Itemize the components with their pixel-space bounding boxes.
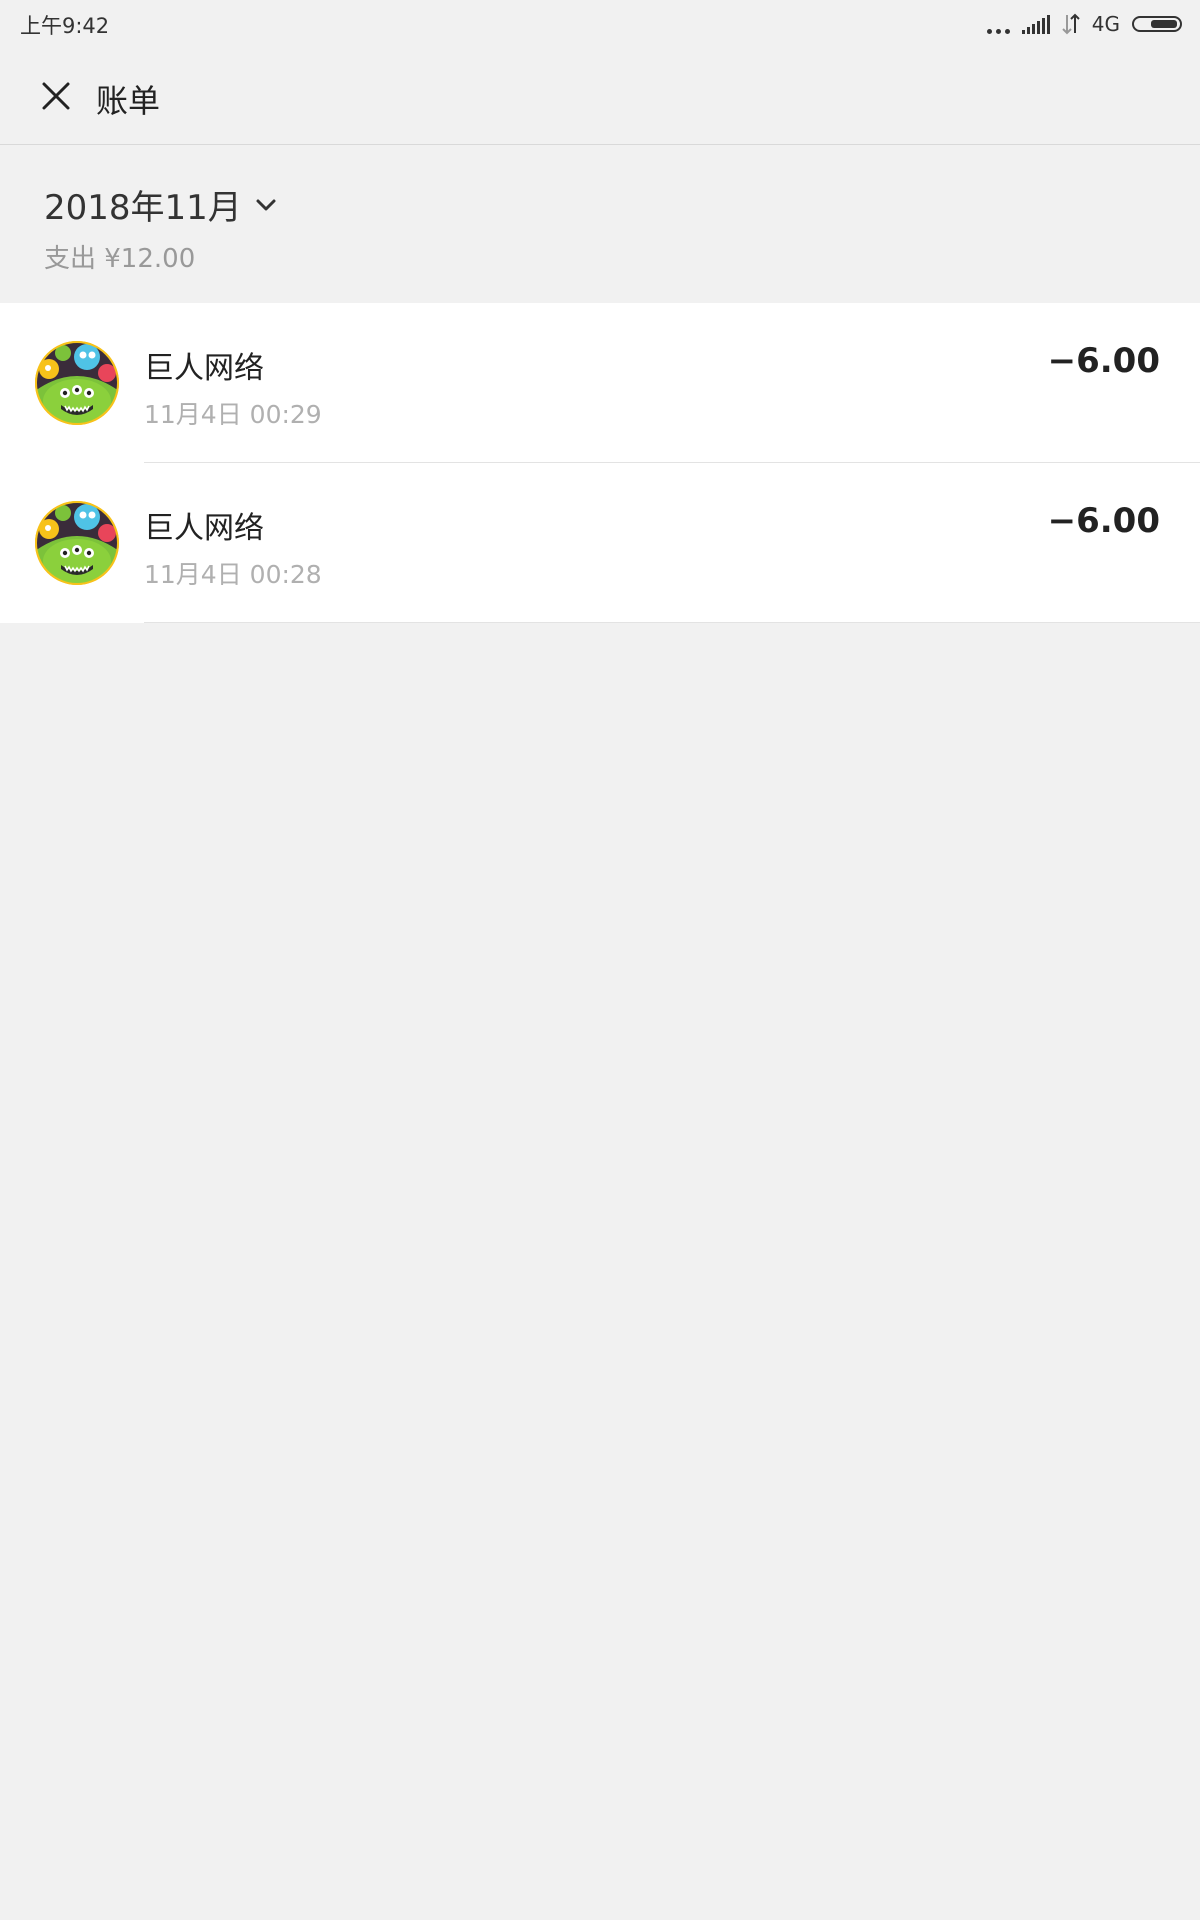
transaction-list: 巨人网络 11月4日 00:29 −6.00 巨人网络 11月4日 00:28 …: [0, 303, 1200, 623]
close-icon[interactable]: [38, 78, 74, 114]
status-bar: 上午9:42 4G: [0, 0, 1200, 50]
transaction-row[interactable]: 巨人网络 11月4日 00:28 −6.00: [0, 463, 1200, 623]
monster-game-avatar-icon: [35, 501, 119, 585]
transaction-amount: −6.00: [1047, 341, 1160, 381]
month-label: 2018年11月: [44, 188, 242, 228]
monster-game-avatar-icon: [35, 341, 119, 425]
transaction-datetime: 11月4日 00:29: [144, 400, 322, 429]
month-selector[interactable]: 2018年11月: [44, 180, 278, 229]
transaction-amount: −6.00: [1047, 501, 1160, 541]
network-type: 4G: [1091, 12, 1120, 36]
status-time: 上午9:42: [20, 14, 110, 38]
transaction-datetime: 11月4日 00:28: [144, 560, 322, 589]
expense-total: 支出 ¥12.00: [44, 244, 196, 274]
page-title: 账单: [96, 82, 161, 120]
battery-icon: [1132, 16, 1182, 32]
header-bar: 账单: [0, 50, 1200, 145]
month-summary: 2018年11月 支出 ¥12.00: [0, 145, 1200, 303]
row-divider: [144, 622, 1200, 623]
merchant-name: 巨人网络: [144, 511, 264, 546]
more-dots-icon: [986, 14, 1010, 34]
data-arrows-icon: [1062, 13, 1080, 35]
signal-icon: [1021, 14, 1050, 34]
transaction-row[interactable]: 巨人网络 11月4日 00:29 −6.00: [0, 303, 1200, 463]
chevron-down-icon: [256, 199, 276, 210]
merchant-name: 巨人网络: [144, 351, 264, 386]
status-icons: 4G: [986, 10, 1182, 38]
